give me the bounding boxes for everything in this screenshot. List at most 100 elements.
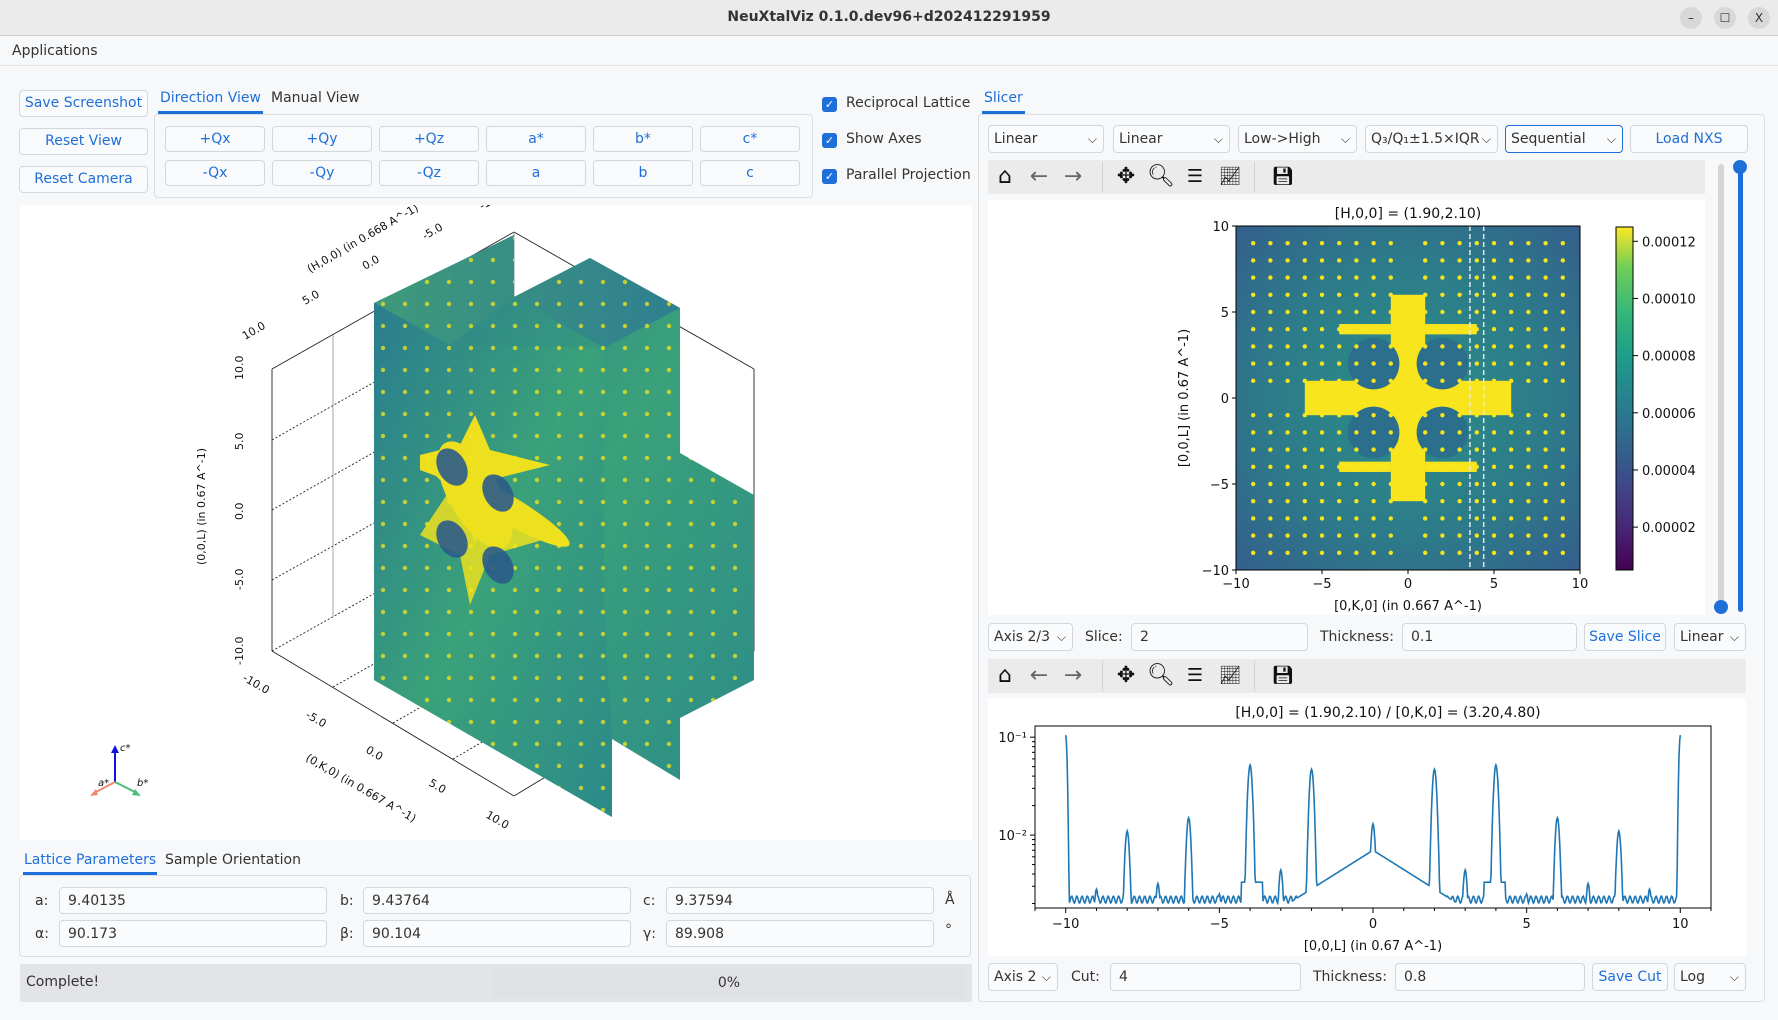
c-field[interactable]: 9.37594 [666, 887, 934, 914]
back-icon[interactable]: ← [1026, 164, 1052, 190]
cut-scale-select[interactable]: Log ⌵ [1674, 963, 1746, 991]
reset-view-button[interactable]: Reset View [19, 128, 148, 155]
checkbox-check-icon: ✓ [822, 133, 837, 148]
bragg-peak [1560, 516, 1565, 521]
show-axes-checkbox[interactable]: ✓ Show Axes [822, 131, 982, 151]
order-select[interactable]: Low->High ⌵ [1238, 125, 1357, 153]
3d-volume-view[interactable]: 10.0 5.0 0.0 -5.0 -10.0 (H,0,0) (in 0.66… [20, 187, 972, 840]
slice-thickness-label: Thickness: [1320, 629, 1394, 645]
h-tick-label: -10.0 [477, 205, 508, 213]
bragg-peak [1388, 327, 1393, 332]
save-icon[interactable]: 💾︎ [1270, 663, 1296, 689]
save-screenshot-button[interactable]: Save Screenshot [19, 90, 148, 117]
close-button[interactable]: X [1748, 7, 1770, 29]
tab-direction-view[interactable]: Direction View [158, 90, 263, 114]
bragg-peak [1268, 464, 1273, 469]
save-slice-button[interactable]: Save Slice [1584, 623, 1666, 651]
cut-line-chart[interactable]: [H,0,0] = (1.90,2.10) / [0,K,0] = (3.20,… [988, 698, 1746, 956]
slice-plot[interactable]: −10 −5 0 5 10 −10 −5 0 5 10 [H,0,0] = (1.90,2.10)… [988, 200, 1705, 615]
slider-upper-handle[interactable] [1733, 160, 1747, 174]
bragg-peak [1354, 413, 1359, 418]
save-cut-button[interactable]: Save Cut [1592, 963, 1668, 991]
x-tick-label: 5 [1490, 577, 1498, 592]
reciprocal-lattice-checkbox[interactable]: ✓ Reciprocal Lattice [822, 95, 982, 115]
bragg-peak [1251, 464, 1256, 469]
bragg-peak [1474, 481, 1479, 487]
direction-button[interactable]: c* [700, 126, 800, 152]
edit-axis-icon[interactable]: 📈︎ [1217, 164, 1243, 190]
cut-series-line [1064, 735, 1682, 906]
menu-applications[interactable]: Applications [12, 43, 98, 59]
minimize-button[interactable]: – [1680, 7, 1702, 29]
bragg-peak [1268, 516, 1273, 521]
direction-button[interactable]: +Qy [272, 126, 372, 152]
heatmap-xlabel: [0,K,0] (in 0.667 A^-1) [1334, 599, 1482, 614]
bragg-peak [1440, 516, 1445, 521]
slice-scale-select[interactable]: Linear ⌵ [1674, 623, 1746, 651]
configure-icon[interactable]: ☰ [1182, 663, 1208, 689]
parallel-projection-checkbox[interactable]: ✓ Parallel Projection [822, 167, 982, 187]
cut-field[interactable]: 4 [1110, 963, 1301, 991]
slice-axis-select[interactable]: Axis 2/3 ⌵ [988, 623, 1073, 651]
bragg-peak [1251, 430, 1256, 435]
alpha-field[interactable]: 90.173 [59, 920, 327, 947]
slider-lower-handle[interactable] [1714, 600, 1728, 614]
slice-field[interactable]: 2 [1131, 623, 1308, 651]
direction-button[interactable]: +Qx [165, 126, 265, 152]
scale-select-2[interactable]: Linear ⌵ [1113, 125, 1230, 153]
direction-button[interactable]: +Qz [379, 126, 479, 152]
scale-select-1[interactable]: Linear ⌵ [988, 125, 1104, 153]
slice-heatmap-chart[interactable]: −10 −5 0 5 10 −10 −5 0 5 10 [H,0,0] = (1.90,2.10)… [988, 200, 1705, 615]
bragg-peak [1319, 327, 1325, 332]
direction-button[interactable]: -Qx [165, 160, 265, 186]
edit-axis-icon[interactable]: 📈︎ [1217, 663, 1243, 689]
cut-plot[interactable]: [H,0,0] = (1.90,2.10) / [0,K,0] = (3.20,… [988, 698, 1746, 956]
pan-icon[interactable]: ✥ [1113, 663, 1139, 689]
zoom-icon[interactable]: 🔍︎ [1147, 164, 1175, 190]
colormap-select[interactable]: Sequential ⌵ [1505, 125, 1623, 153]
b-field[interactable]: 9.43764 [363, 887, 631, 914]
chevron-down-icon: ⌵ [1481, 132, 1491, 146]
configure-icon[interactable]: ☰ [1182, 164, 1208, 190]
home-icon[interactable]: ⌂ [992, 663, 1018, 689]
pan-icon[interactable]: ✥ [1113, 164, 1139, 190]
direction-button[interactable]: a* [486, 126, 586, 152]
bragg-peak [1251, 447, 1256, 452]
direction-button[interactable]: a [486, 160, 586, 186]
direction-button[interactable]: c [700, 160, 800, 186]
b-star-axis-icon [114, 781, 138, 794]
bragg-peak [1423, 499, 1428, 504]
home-icon[interactable]: ⌂ [992, 164, 1018, 190]
tab-lattice-parameters[interactable]: Lattice Parameters [23, 852, 158, 875]
bragg-peak [1251, 378, 1256, 383]
h-tick-label: -5.0 [420, 221, 445, 243]
clim-select[interactable]: Q₃/Q₁±1.5×IQR ⌵ [1365, 125, 1498, 153]
maximize-button[interactable]: ☐ [1714, 7, 1736, 29]
forward-icon[interactable]: → [1060, 164, 1086, 190]
tab-manual-view[interactable]: Manual View [271, 90, 360, 114]
3d-volume-canvas[interactable]: 10.0 5.0 0.0 -5.0 -10.0 (H,0,0) (in 0.66… [20, 187, 972, 840]
beta-field[interactable]: 90.104 [363, 920, 631, 947]
slice-thickness-field[interactable]: 0.1 [1402, 623, 1577, 651]
direction-button[interactable]: b [593, 160, 693, 186]
forward-icon[interactable]: → [1060, 663, 1086, 689]
bragg-peak [1337, 241, 1342, 246]
back-icon[interactable]: ← [1026, 663, 1052, 689]
zoom-icon[interactable]: 🔍︎ [1147, 663, 1175, 689]
direction-button[interactable]: -Qy [272, 160, 372, 186]
load-nxs-button[interactable]: Load NXS [1630, 125, 1748, 153]
direction-button[interactable]: -Qz [379, 160, 479, 186]
reset-camera-button[interactable]: Reset Camera [19, 166, 148, 193]
direction-button[interactable]: b* [593, 126, 693, 152]
tab-slicer[interactable]: Slicer [982, 90, 1025, 114]
cut-thickness-field[interactable]: 0.8 [1395, 963, 1585, 991]
gamma-field[interactable]: 89.908 [666, 920, 934, 947]
tab-sample-orientation[interactable]: Sample Orientation [165, 852, 301, 875]
a-field[interactable]: 9.40135 [59, 887, 327, 914]
angle-unit-label: ° [945, 922, 952, 938]
heatmap-image [1236, 226, 1580, 570]
save-icon[interactable]: 💾︎ [1270, 164, 1296, 190]
line-xlabel: [0,0,L] (in 0.67 A^-1) [1304, 939, 1442, 954]
slice-range-slider[interactable] [1738, 164, 1743, 612]
cut-axis-select[interactable]: Axis 2 ⌵ [988, 963, 1058, 991]
